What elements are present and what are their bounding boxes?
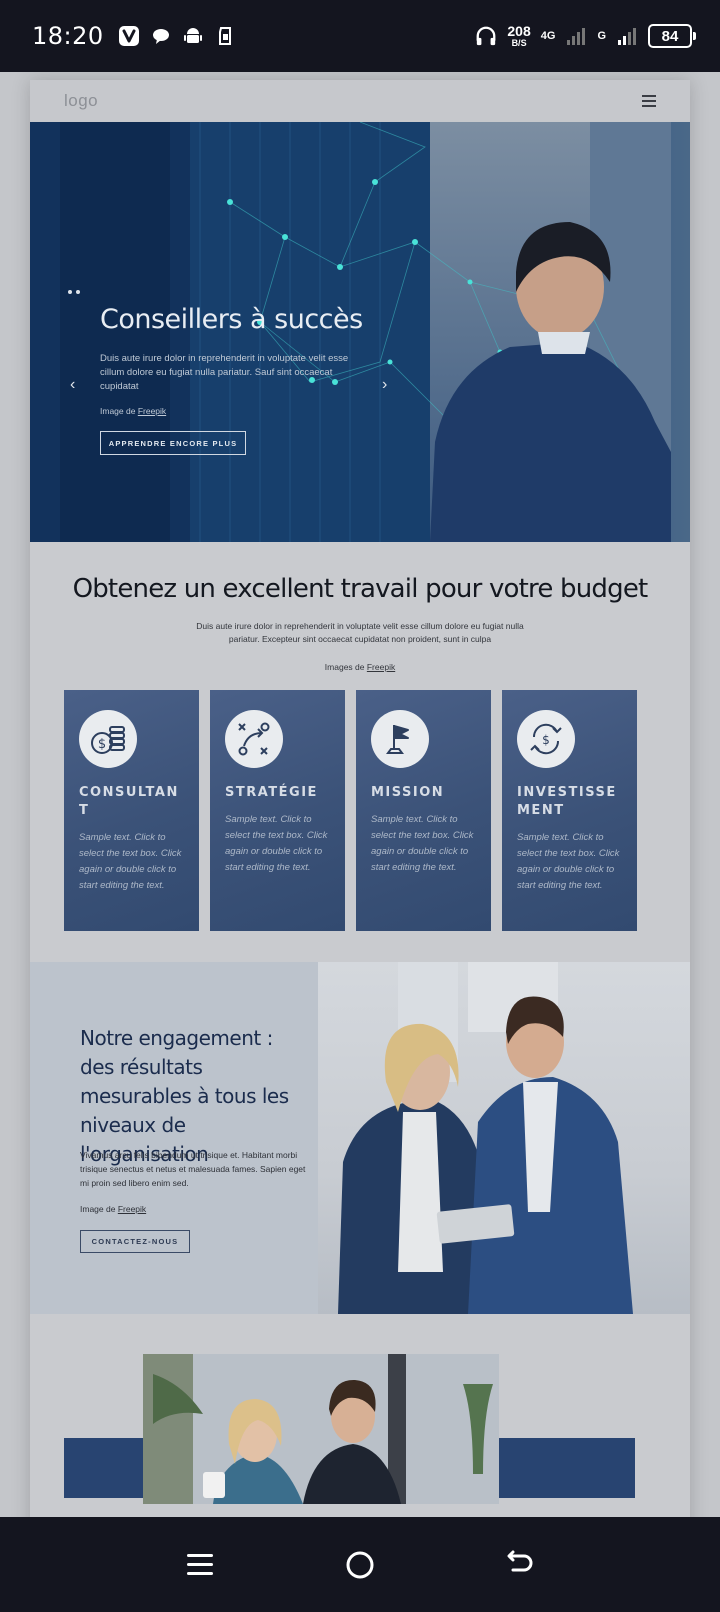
next-arrow-icon[interactable]: › bbox=[382, 377, 396, 393]
site-header: logo bbox=[30, 80, 690, 122]
business-people-photo bbox=[318, 962, 690, 1314]
card-text: Sample text. Click to select the text bo… bbox=[79, 832, 182, 891]
home-button[interactable] bbox=[340, 1545, 380, 1585]
browser-viewport[interactable]: logo Conseillers à succès Duis aute irur… bbox=[0, 72, 720, 1517]
hero-slider: Conseillers à succès Duis aute irure dol… bbox=[30, 122, 690, 542]
contact-button[interactable]: CONTACTEZ-NOUS bbox=[80, 1230, 190, 1253]
home-circle-icon bbox=[346, 1551, 374, 1578]
sim-card-icon bbox=[214, 25, 236, 47]
services-credit-prefix: Images de bbox=[324, 662, 367, 672]
hero-credit: Image de Freepik bbox=[100, 406, 166, 416]
learn-more-button[interactable]: APPRENDRE ENCORE PLUS bbox=[100, 431, 246, 455]
back-button[interactable] bbox=[500, 1545, 540, 1585]
flag-icon bbox=[371, 710, 429, 768]
prev-arrow-icon[interactable]: ‹ bbox=[70, 377, 84, 393]
hero-title: Conseillers à succès bbox=[100, 304, 363, 335]
engagement-credit-link[interactable]: Freepik bbox=[118, 1204, 146, 1214]
card-title: MISSION bbox=[371, 785, 445, 800]
web-page: logo Conseillers à succès Duis aute irur… bbox=[30, 80, 690, 1517]
menu-icon[interactable] bbox=[642, 95, 656, 107]
card-text: Sample text. Click to select the text bo… bbox=[225, 814, 328, 873]
service-cards: $ CONSULTANT Sample text. Click to selec… bbox=[64, 690, 637, 931]
business-people-illustration bbox=[338, 962, 633, 1314]
services-text: Duis aute irure dolor in reprehenderit i… bbox=[196, 621, 524, 644]
network-type-2: G bbox=[597, 29, 606, 42]
hero-credit-link[interactable]: Freepik bbox=[138, 406, 166, 416]
slider-dots[interactable] bbox=[68, 290, 80, 294]
svg-text:$: $ bbox=[98, 737, 106, 752]
engagement-credit-prefix: Image de bbox=[80, 1204, 118, 1214]
exchange-icon: $ bbox=[517, 710, 575, 768]
engagement-text: Vivamus arcu felis bibendum ut trisique … bbox=[80, 1150, 306, 1188]
android-icon bbox=[182, 25, 204, 47]
team-photo bbox=[143, 1354, 499, 1504]
battery-indicator: 84 bbox=[648, 24, 696, 48]
card-title: STRATÉGIE bbox=[225, 785, 318, 800]
back-arrow-icon bbox=[507, 1550, 533, 1571]
speed-value: 208 bbox=[507, 23, 531, 39]
card-text: Sample text. Click to select the text bo… bbox=[517, 832, 620, 891]
vivaldi-icon bbox=[118, 25, 140, 47]
status-bar: 18:20 208 B/S 4G G 84 bbox=[0, 0, 720, 72]
status-right: 208 B/S 4G G 84 bbox=[475, 24, 696, 48]
notification-icons bbox=[118, 25, 236, 47]
services-title: Obtenez un excellent travail pour votre … bbox=[72, 574, 649, 604]
engagement-section: Notre engagement : des résultats mesurab… bbox=[30, 962, 690, 1314]
hero-credit-prefix: Image de bbox=[100, 406, 138, 416]
network-speed: 208 B/S bbox=[507, 24, 530, 48]
site-logo[interactable]: logo bbox=[64, 91, 98, 111]
system-navigation-bar bbox=[0, 1517, 720, 1612]
card-title: CONSULTANT bbox=[79, 785, 179, 818]
coins-icon: $ bbox=[79, 710, 137, 768]
services-credit: Images de Freepik bbox=[30, 662, 690, 672]
card-investissement[interactable]: $ INVESTISSEMENT Sample text. Click to s… bbox=[502, 690, 637, 931]
recent-apps-button[interactable] bbox=[180, 1545, 220, 1585]
hero-text: Duis aute irure dolor in reprehenderit i… bbox=[100, 353, 349, 392]
services-credit-link[interactable]: Freepik bbox=[367, 662, 395, 672]
status-time: 18:20 bbox=[32, 22, 104, 50]
strategy-icon bbox=[225, 710, 283, 768]
menu-lines-icon bbox=[187, 1553, 213, 1575]
card-mission[interactable]: MISSION Sample text. Click to select the… bbox=[356, 690, 491, 931]
speed-unit: B/S bbox=[511, 38, 527, 48]
headphones-icon bbox=[475, 25, 497, 47]
team-photo-illustration bbox=[143, 1354, 499, 1504]
card-text: Sample text. Click to select the text bo… bbox=[371, 814, 474, 873]
card-consultant[interactable]: $ CONSULTANT Sample text. Click to selec… bbox=[64, 690, 199, 931]
signal-icon-2 bbox=[616, 25, 638, 47]
signal-icon bbox=[565, 25, 587, 47]
network-type-1: 4G bbox=[540, 29, 556, 42]
card-strategie[interactable]: STRATÉGIE Sample text. Click to select t… bbox=[210, 690, 345, 931]
team-section bbox=[30, 1314, 690, 1504]
engagement-text-block: Notre engagement : des résultats mesurab… bbox=[30, 962, 318, 1314]
services-section: Obtenez un excellent travail pour votre … bbox=[30, 542, 690, 962]
card-title: INVESTISSEMENT bbox=[517, 785, 617, 818]
chat-bubble-icon bbox=[150, 25, 172, 47]
svg-text:$: $ bbox=[542, 733, 550, 747]
engagement-credit: Image de Freepik bbox=[80, 1204, 146, 1214]
